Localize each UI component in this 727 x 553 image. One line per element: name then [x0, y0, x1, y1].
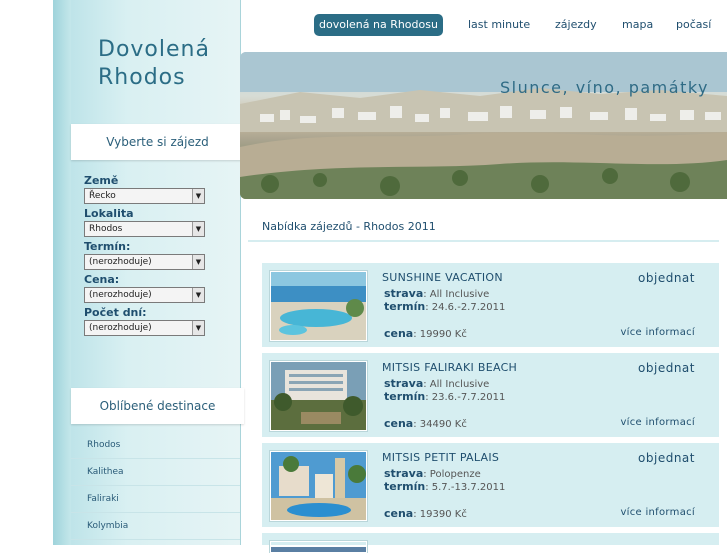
offer-card: MITSIS FALIRAKI BEACH objednat strava: A… [262, 353, 719, 437]
destination-link-kalithea[interactable]: Kalithea [71, 459, 240, 486]
book-link[interactable]: objednat [638, 271, 695, 285]
section-divider [248, 240, 719, 242]
date-select[interactable]: (nerozhoduje) ▼ [84, 254, 205, 270]
destinations-heading: Oblíbené destinace [71, 388, 244, 424]
destination-link-kolymbia[interactable]: Kolymbia [71, 513, 240, 540]
board-value: : All Inclusive [423, 379, 490, 390]
country-select-value: Řecko [89, 191, 116, 201]
header-banner: Slunce, víno, památky [240, 52, 727, 199]
search-filters: Země Řecko ▼ Lokalita Rhodos ▼ Termín: (ne… [84, 172, 205, 339]
filter-label-days: Počet dní: [84, 306, 147, 319]
country-select[interactable]: Řecko ▼ [84, 188, 205, 204]
hotel-photo[interactable] [269, 360, 368, 432]
price-value: : 34490 Kč [413, 419, 467, 430]
hotel-photo[interactable] [269, 540, 368, 553]
chevron-down-icon[interactable]: ▼ [192, 288, 204, 302]
nav-item-rhodos[interactable]: dovolená na Rhodosu [314, 14, 443, 36]
city-landscape-image [240, 52, 727, 199]
destination-link-rhodos[interactable]: Rhodos [71, 432, 240, 459]
price-label: cena [384, 327, 414, 340]
banner-slogan: Slunce, víno, památky [500, 78, 709, 97]
offer-card: MITSIS PETIT PALAIS objednat strava: Pol… [262, 443, 719, 527]
more-info-link[interactable]: více informací [620, 327, 695, 338]
price-select-value: (nerozhoduje) [89, 290, 152, 300]
offer-board: strava: All Inclusive [384, 287, 489, 300]
offer-dates: termín: 24.6.-2.7.2011 [384, 300, 505, 313]
hotel-photo[interactable] [269, 270, 368, 342]
days-select[interactable]: (nerozhoduje) ▼ [84, 320, 205, 336]
date-select-value: (nerozhoduje) [89, 257, 152, 267]
destination-list: Rhodos Kalithea Faliraki Kolymbia [71, 432, 240, 540]
offer-dates: termín: 23.6.-7.7.2011 [384, 390, 505, 403]
book-link[interactable]: objednat [638, 451, 695, 465]
offer-card: SUNSHINE VACATION objednat strava: All I… [262, 263, 719, 347]
site-title-line2: Rhodos [98, 65, 186, 90]
price-value: : 19990 Kč [413, 329, 467, 340]
section-title: Nabídka zájezdů - Rhodos 2011 [262, 220, 436, 233]
board-label: strava [384, 287, 424, 300]
dates-label: termín [384, 480, 426, 493]
price-value: : 19390 Kč [413, 509, 467, 520]
price-select[interactable]: (nerozhoduje) ▼ [84, 287, 205, 303]
offer-price: cena: 19990 Kč [384, 327, 467, 340]
board-value: : All Inclusive [423, 289, 490, 300]
price-label: cena [384, 417, 414, 430]
chevron-down-icon[interactable]: ▼ [192, 222, 204, 236]
filter-heading: Vyberte si zájezd [71, 124, 244, 160]
offer-price: cena: 34490 Kč [384, 417, 467, 430]
nav-item-map[interactable]: mapa [622, 14, 653, 36]
filter-label-location: Lokalita [84, 207, 134, 220]
nav-item-weather[interactable]: počasí [676, 14, 711, 36]
offer-price: cena: 19390 Kč [384, 507, 467, 520]
offer-board: strava: Polopenze [384, 467, 481, 480]
site-title-line1: Dovolená [98, 37, 210, 62]
offer-card-partial [262, 533, 719, 553]
dates-label: termín [384, 390, 426, 403]
offer-name[interactable]: MITSIS PETIT PALAIS [382, 451, 499, 464]
price-label: cena [384, 507, 414, 520]
chevron-down-icon[interactable]: ▼ [192, 321, 204, 335]
nav-item-tours[interactable]: zájezdy [555, 14, 597, 36]
location-select-value: Rhodos [89, 224, 123, 234]
sidebar: Dovolená Rhodos Vyberte si zájezd Země Ř… [53, 0, 244, 545]
offer-name[interactable]: SUNSHINE VACATION [382, 271, 503, 284]
chevron-down-icon[interactable]: ▼ [192, 189, 204, 203]
location-select[interactable]: Rhodos ▼ [84, 221, 205, 237]
dates-value: : 23.6.-7.7.2011 [425, 392, 506, 403]
dates-value: : 5.7.-13.7.2011 [425, 482, 506, 493]
offer-board: strava: All Inclusive [384, 377, 489, 390]
destination-link-faliraki[interactable]: Faliraki [71, 486, 240, 513]
board-label: strava [384, 377, 424, 390]
offer-dates: termín: 5.7.-13.7.2011 [384, 480, 505, 493]
days-select-value: (nerozhoduje) [89, 323, 152, 333]
dates-label: termín [384, 300, 426, 313]
hotel-photo[interactable] [269, 450, 368, 522]
offer-name[interactable]: MITSIS FALIRAKI BEACH [382, 361, 517, 374]
nav-item-last-minute[interactable]: last minute [468, 14, 530, 36]
book-link[interactable]: objednat [638, 361, 695, 375]
board-value: : Polopenze [423, 469, 481, 480]
board-label: strava [384, 467, 424, 480]
site-title[interactable]: Dovolená Rhodos [98, 36, 210, 92]
dates-value: : 24.6.-2.7.2011 [425, 302, 506, 313]
chevron-down-icon[interactable]: ▼ [192, 255, 204, 269]
filter-label-price: Cena: [84, 273, 120, 286]
filter-label-date: Termín: [84, 240, 131, 253]
more-info-link[interactable]: více informací [620, 507, 695, 518]
filter-label-country: Země [84, 174, 119, 187]
more-info-link[interactable]: více informací [620, 417, 695, 428]
